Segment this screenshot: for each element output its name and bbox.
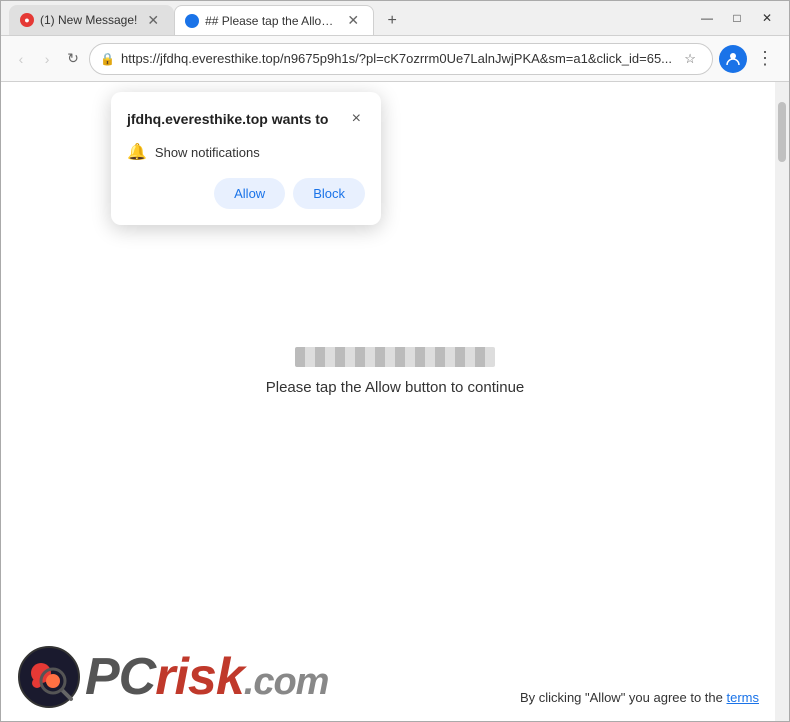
popup-buttons: Allow Block [127,178,365,209]
tab2-close[interactable]: ✕ [343,10,363,31]
tab1-favicon: ● [20,13,34,27]
title-bar: ● (1) New Message! ✕ ## Please tap the A… [1,1,789,36]
close-button[interactable]: ✕ [753,4,781,32]
profile-button[interactable] [719,45,747,73]
popup-close-button[interactable]: × [348,108,365,130]
loading-bar [295,347,495,367]
minimize-button[interactable]: — [693,4,721,32]
bookmark-icon[interactable]: ☆ [678,47,702,71]
popup-title: jfdhq.everesthike.top wants to [127,111,328,127]
logo-dotcom: .com [244,661,329,703]
toolbar-right: ⋮ [719,45,779,73]
menu-button[interactable]: ⋮ [751,45,779,73]
tab1-label: (1) New Message! [40,13,137,27]
lock-icon: 🔒 [100,52,115,66]
tab1-close[interactable]: ✕ [143,10,163,31]
popup-permission: 🔔 Show notifications [127,142,365,162]
maximize-button[interactable]: □ [723,4,751,32]
logo-text: PCrisk.com [85,647,328,707]
page-content: jfdhq.everesthike.top wants to × 🔔 Show … [1,82,789,721]
address-bar: ‹ › ↻ 🔒 https://jfdhq.everesthike.top/n9… [1,36,789,82]
tab-1[interactable]: ● (1) New Message! ✕ [9,5,174,35]
allow-button[interactable]: Allow [214,178,285,209]
popup-header: jfdhq.everesthike.top wants to × [127,108,365,130]
browser-window: ● (1) New Message! ✕ ## Please tap the A… [0,0,790,722]
notification-popup: jfdhq.everesthike.top wants to × 🔔 Show … [111,92,381,225]
tab2-favicon [185,14,199,28]
new-tab-button[interactable]: + [378,7,406,35]
url-text: https://jfdhq.everesthike.top/n9675p9h1s… [121,51,672,66]
logo-area: PCrisk.com [17,645,328,709]
terms-link[interactable]: terms [727,690,760,705]
scroll-thumb[interactable] [778,102,786,162]
tab2-label: ## Please tap the Allow button... [205,14,337,28]
disclaimer-text: By clicking "Allow" you agree to the [520,690,727,705]
window-controls: — □ ✕ [693,4,781,32]
tab-strip: ● (1) New Message! ✕ ## Please tap the A… [9,1,685,35]
forward-button[interactable]: › [37,45,57,73]
loading-text: Please tap the Allow button to continue [266,379,525,396]
logo-icon [17,645,81,709]
refresh-button[interactable]: ↻ [63,45,83,73]
tab-2[interactable]: ## Please tap the Allow button... ✕ [174,5,374,35]
block-button[interactable]: Block [293,178,365,209]
logo-pc: PC [85,648,155,706]
permission-text: Show notifications [155,145,260,160]
bell-icon: 🔔 [127,142,147,162]
logo-risk: risk [155,648,244,706]
back-button[interactable]: ‹ [11,45,31,73]
url-bar[interactable]: 🔒 https://jfdhq.everesthike.top/n9675p9h… [89,43,713,75]
loading-bar-container [295,347,495,367]
scrollbar[interactable] [775,82,789,721]
footer-disclaimer: By clicking "Allow" you agree to the ter… [520,690,759,709]
page-footer: PCrisk.com By clicking "Allow" you agree… [1,645,775,721]
